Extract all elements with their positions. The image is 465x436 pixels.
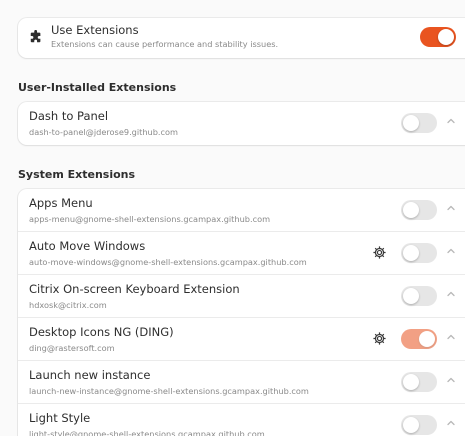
extension-row[interactable]: Auto Move Windows auto-move-windows@gnome… bbox=[18, 232, 465, 275]
extension-uuid: ding@rastersoft.com bbox=[29, 343, 115, 353]
chevron-up-icon[interactable] bbox=[446, 203, 456, 213]
system-extensions-heading: System Extensions bbox=[18, 168, 136, 181]
extension-uuid: apps-menu@gnome-shell-extensions.gcampax… bbox=[29, 214, 271, 224]
extension-name: Auto Move Windows bbox=[29, 239, 146, 253]
extension-name: Apps Menu bbox=[29, 196, 93, 210]
chevron-up-icon[interactable] bbox=[446, 418, 456, 428]
gear-icon[interactable] bbox=[372, 245, 387, 260]
extension-uuid: launch-new-instance@gnome-shell-extensio… bbox=[29, 386, 309, 396]
chevron-up-icon[interactable] bbox=[446, 332, 456, 342]
extension-name: Citrix On-screen Keyboard Extension bbox=[29, 282, 240, 296]
extension-row[interactable]: Light Style light-style@gnome-shell-exten… bbox=[18, 404, 465, 436]
extension-uuid: hdxosk@citrix.com bbox=[29, 300, 107, 310]
user-installed-heading: User-Installed Extensions bbox=[18, 81, 177, 94]
extension-row[interactable]: Launch new instance launch-new-instance@g… bbox=[18, 361, 465, 404]
extension-uuid: light-style@gnome-shell-extensions.gcamp… bbox=[29, 429, 265, 436]
extension-name: Desktop Icons NG (DING) bbox=[29, 325, 174, 339]
extension-toggle[interactable] bbox=[401, 415, 437, 435]
extension-toggle[interactable] bbox=[401, 286, 437, 306]
extension-name: Launch new instance bbox=[29, 368, 151, 382]
extension-row[interactable]: Citrix On-screen Keyboard Extension hdxos… bbox=[18, 275, 465, 318]
extension-toggle[interactable] bbox=[401, 113, 437, 133]
extension-toggle[interactable] bbox=[401, 329, 437, 349]
user-installed-list: Dash to Panel dash-to-panel@jderose9.gith… bbox=[18, 102, 465, 145]
chevron-up-icon[interactable] bbox=[446, 289, 456, 299]
extension-row[interactable]: Desktop Icons NG (DING) ding@rastersoft.c… bbox=[18, 318, 465, 361]
extension-toggle[interactable] bbox=[401, 372, 437, 392]
extension-name: Dash to Panel bbox=[29, 109, 109, 123]
use-extensions-toggle[interactable] bbox=[420, 27, 456, 47]
chevron-up-icon[interactable] bbox=[446, 246, 456, 256]
extension-toggle[interactable] bbox=[401, 243, 437, 263]
gear-icon[interactable] bbox=[372, 331, 387, 346]
use-extensions-subtitle: Extensions can cause performance and sta… bbox=[51, 39, 279, 49]
extension-uuid: auto-move-windows@gnome-shell-extensions… bbox=[29, 257, 307, 267]
chevron-up-icon[interactable] bbox=[446, 116, 456, 126]
extension-row[interactable]: Apps Menu apps-menu@gnome-shell-extension… bbox=[18, 189, 465, 232]
extension-name: Light Style bbox=[29, 411, 91, 425]
use-extensions-title: Use Extensions bbox=[51, 23, 139, 37]
extension-uuid: dash-to-panel@jderose9.github.com bbox=[29, 127, 179, 137]
chevron-up-icon[interactable] bbox=[446, 375, 456, 385]
use-extensions-card: Use Extensions Extensions can cause perf… bbox=[18, 18, 465, 58]
system-extensions-list: Apps Menu apps-menu@gnome-shell-extension… bbox=[18, 189, 465, 436]
extension-toggle[interactable] bbox=[401, 200, 437, 220]
extension-row[interactable]: Dash to Panel dash-to-panel@jderose9.gith… bbox=[18, 102, 465, 145]
puzzle-icon bbox=[30, 30, 41, 43]
use-extensions-row: Use Extensions Extensions can cause perf… bbox=[18, 18, 465, 58]
